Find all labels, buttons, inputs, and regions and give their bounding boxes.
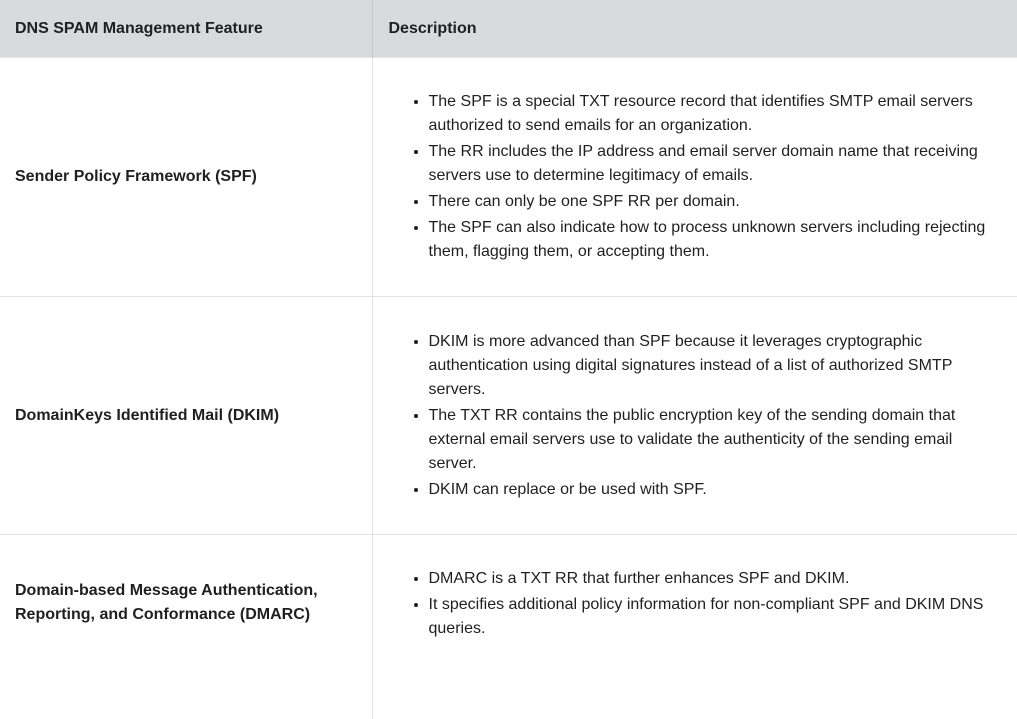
bullet-list: DMARC is a TXT RR that further enhances … xyxy=(413,566,1002,641)
column-header-description: Description xyxy=(372,0,1017,58)
list-item: The TXT RR contains the public encryptio… xyxy=(429,403,1002,476)
list-item: DKIM is more advanced than SPF because i… xyxy=(429,329,1002,402)
list-item: DMARC is a TXT RR that further enhances … xyxy=(429,566,1002,591)
list-item: The SPF is a special TXT resource record… xyxy=(429,89,1002,138)
table-header-row: DNS SPAM Management Feature Description xyxy=(0,0,1017,58)
table-row: DomainKeys Identified Mail (DKIM) DKIM i… xyxy=(0,297,1017,535)
description-cell-dmarc: DMARC is a TXT RR that further enhances … xyxy=(372,535,1017,719)
feature-name-line: Reporting, and Conformance (DMARC) xyxy=(15,603,352,627)
list-item: It specifies additional policy informati… xyxy=(429,592,1002,641)
list-item: There can only be one SPF RR per domain. xyxy=(429,189,1002,214)
table-row: Domain-based Message Authentication, Rep… xyxy=(0,535,1017,719)
list-item: The RR includes the IP address and email… xyxy=(429,139,1002,188)
feature-name-line: Domain-based Message Authentication, xyxy=(15,579,352,603)
description-cell-spf: The SPF is a special TXT resource record… xyxy=(372,58,1017,297)
column-header-feature: DNS SPAM Management Feature xyxy=(0,0,372,58)
list-item: The SPF can also indicate how to process… xyxy=(429,215,1002,264)
spam-feature-table: DNS SPAM Management Feature Description … xyxy=(0,0,1017,719)
table-row: Sender Policy Framework (SPF) The SPF is… xyxy=(0,58,1017,297)
feature-name-dkim: DomainKeys Identified Mail (DKIM) xyxy=(0,297,372,535)
list-item: DKIM can replace or be used with SPF. xyxy=(429,477,1002,502)
feature-name-dmarc: Domain-based Message Authentication, Rep… xyxy=(0,535,372,719)
feature-name-spf: Sender Policy Framework (SPF) xyxy=(0,58,372,297)
description-cell-dkim: DKIM is more advanced than SPF because i… xyxy=(372,297,1017,535)
bullet-list: DKIM is more advanced than SPF because i… xyxy=(413,329,1002,502)
bullet-list: The SPF is a special TXT resource record… xyxy=(413,89,1002,264)
